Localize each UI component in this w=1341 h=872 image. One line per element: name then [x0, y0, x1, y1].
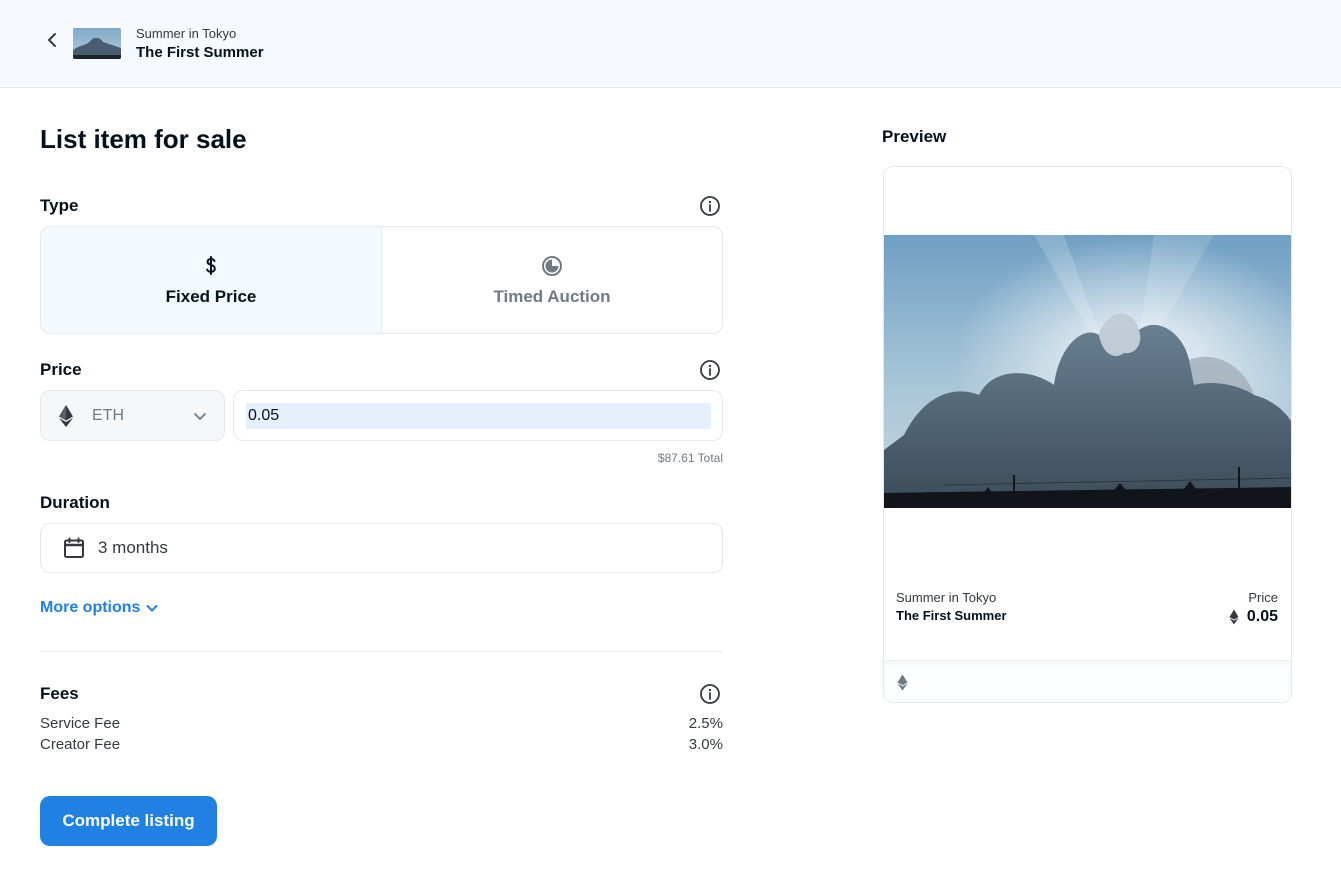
fee-name: Creator Fee — [40, 736, 121, 753]
item-thumbnail[interactable] — [73, 28, 121, 59]
section-divider — [40, 651, 723, 652]
chevron-down-icon — [192, 408, 208, 424]
price-label: Price — [40, 360, 82, 379]
header-item-name[interactable]: The First Summer — [136, 44, 264, 61]
header-collection-name[interactable]: Summer in Tokyo — [136, 26, 236, 41]
price-amount-input[interactable] — [246, 403, 711, 429]
duration-value: 3 months — [98, 538, 168, 557]
price-info-icon[interactable] — [699, 359, 721, 381]
type-label: Type — [40, 196, 79, 215]
calendar-icon — [63, 537, 85, 559]
preview-collection-name: Summer in Tokyo — [896, 590, 997, 605]
fixed-price-label: Fixed Price — [165, 287, 257, 306]
preview-card-footer — [884, 660, 1291, 702]
more-options-toggle[interactable]: More options — [40, 599, 159, 617]
top-bar: Summer in Tokyo The First Summer — [0, 0, 1341, 88]
preview-label: Preview — [882, 127, 947, 146]
preview-item-name: The First Summer — [896, 608, 1007, 623]
preview-image — [884, 235, 1291, 508]
price-total: $87.61 Total — [657, 451, 723, 465]
price-amount-field — [233, 390, 723, 441]
preview-price-value: 0.05 — [1246, 608, 1278, 625]
fee-value: 2.5% — [688, 715, 723, 732]
preview-price: 0.05 — [1229, 608, 1278, 626]
ethereum-icon — [1229, 609, 1239, 625]
back-arrow-icon[interactable] — [44, 30, 62, 50]
complete-listing-button[interactable]: Complete listing — [40, 796, 217, 846]
fee-value: 3.0% — [688, 736, 723, 753]
ethereum-icon — [58, 404, 74, 428]
preview-card[interactable]: Summer in Tokyo The First Summer Price 0… — [883, 166, 1292, 703]
fees-info-icon[interactable] — [699, 683, 721, 705]
fees-label: Fees — [40, 684, 79, 703]
listing-type-selector: Fixed Price Timed Auction — [40, 226, 723, 334]
ethereum-icon — [897, 674, 908, 691]
currency-select[interactable]: ETH — [40, 390, 225, 441]
dollar-icon — [203, 253, 219, 279]
duration-select[interactable]: 3 months — [40, 523, 723, 573]
page-title: List item for sale — [40, 124, 247, 154]
more-options-label: More options — [40, 599, 141, 616]
fee-row-creator: Creator Fee 3.0% — [40, 736, 723, 753]
fixed-price-option[interactable]: Fixed Price — [41, 227, 382, 333]
currency-value: ETH — [92, 406, 124, 424]
preview-price-label: Price — [1248, 590, 1278, 605]
timed-auction-label: Timed Auction — [493, 287, 611, 306]
clock-icon — [540, 253, 564, 279]
fee-row-service: Service Fee 2.5% — [40, 715, 723, 732]
timed-auction-option[interactable]: Timed Auction — [382, 227, 722, 333]
duration-label: Duration — [40, 493, 110, 512]
type-info-icon[interactable] — [699, 195, 721, 217]
chevron-down-icon — [145, 601, 159, 615]
fee-name: Service Fee — [40, 715, 121, 732]
